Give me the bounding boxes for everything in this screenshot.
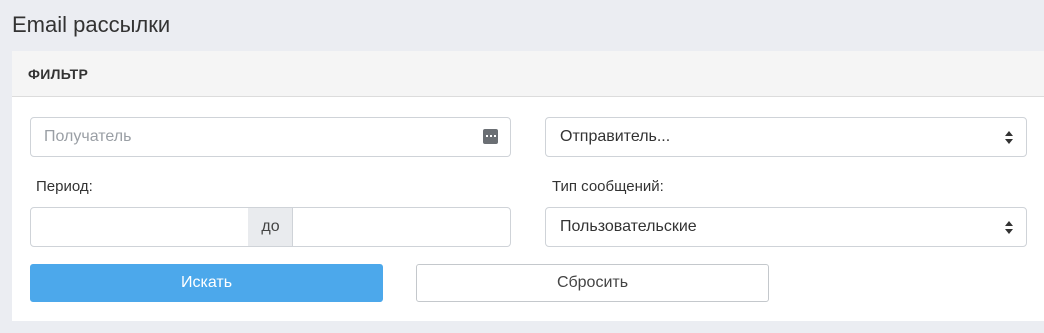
- period-label: Период:: [36, 178, 93, 195]
- period-from-field: [30, 207, 249, 247]
- period-to-input[interactable]: [306, 208, 501, 246]
- recipient-input[interactable]: [44, 118, 464, 156]
- ellipsis-box-icon[interactable]: [483, 129, 498, 144]
- sender-select-value: Отправитель...: [560, 128, 671, 145]
- sort-caret-icon: [1005, 131, 1013, 144]
- message-type-select[interactable]: Пользовательские: [545, 207, 1027, 247]
- period-separator: до: [248, 207, 293, 247]
- message-type-label: Тип сообщений:: [552, 178, 664, 195]
- filter-heading: ФИЛЬТР: [12, 51, 1044, 97]
- reset-button[interactable]: Сбросить: [416, 264, 769, 302]
- filter-panel: ФИЛЬТР Отправитель... Период: Тип сообще…: [12, 51, 1044, 321]
- sender-select[interactable]: Отправитель...: [545, 117, 1027, 157]
- recipient-field: [30, 117, 511, 157]
- period-from-input[interactable]: [44, 208, 239, 246]
- period-to-field: [292, 207, 511, 247]
- page-title: Email рассылки: [12, 12, 171, 37]
- search-button[interactable]: Искать: [30, 264, 383, 302]
- sort-caret-icon: [1005, 221, 1013, 234]
- message-type-select-value: Пользовательские: [560, 218, 697, 235]
